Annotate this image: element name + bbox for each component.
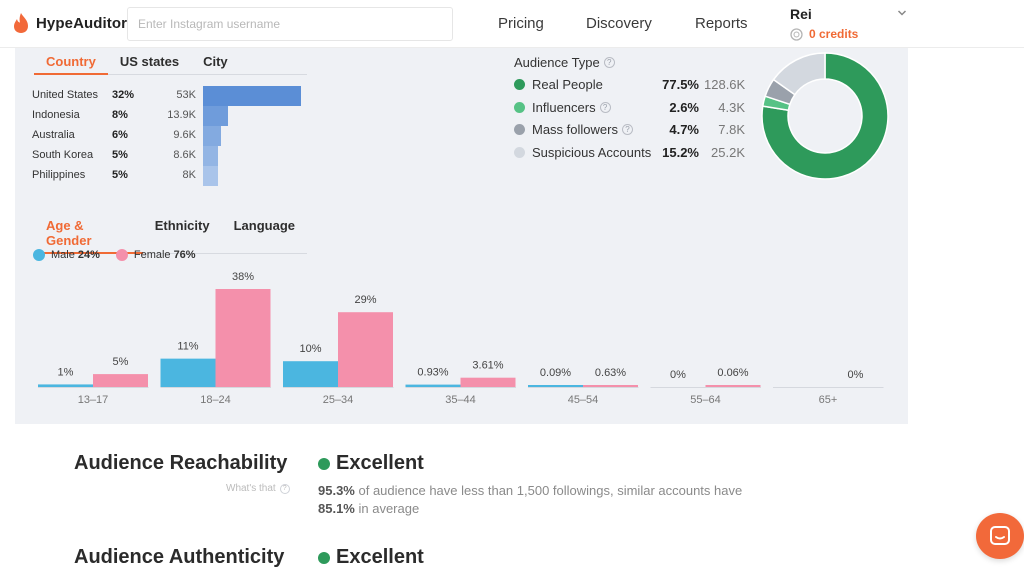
age-category-label: 35–44	[445, 394, 476, 406]
age-category-label: 13–17	[78, 394, 109, 406]
age-gender-chart: 1% 5% 13–17 11% 38% 18–24 10% 29% 25–34 0.93% 3.61…	[38, 271, 884, 406]
bar-female	[705, 385, 761, 387]
bar-male	[283, 361, 338, 387]
bar-female	[338, 312, 393, 387]
bar-male	[38, 384, 93, 387]
bar-female	[215, 289, 271, 387]
age-category-label: 65+	[819, 394, 838, 406]
rating-dot	[318, 551, 330, 564]
nav-pricing[interactable]: Pricing	[498, 15, 544, 32]
whats-that-link[interactable]: What's that ?	[226, 483, 290, 494]
coin-icon	[790, 27, 803, 41]
age-category-label: 55–64	[690, 394, 721, 406]
reachability-title: Audience Reachability	[74, 452, 288, 474]
rating-dot	[318, 457, 330, 470]
bar-value-label: 10%	[299, 343, 321, 355]
age-category-label: 18–24	[200, 394, 231, 406]
bar-value-label: 0%	[670, 369, 686, 381]
authenticity-title: Audience Authenticity	[74, 546, 285, 568]
bar-value-label: 0.93%	[417, 367, 448, 379]
bar-value-label: 1%	[58, 366, 74, 378]
bar-female	[583, 385, 638, 387]
search-input[interactable]	[127, 7, 453, 41]
flame-icon	[14, 13, 28, 33]
bar-value-label: 29%	[354, 294, 376, 306]
bar-value-label: 0.09%	[540, 367, 571, 379]
chevron-down-icon[interactable]	[897, 8, 907, 18]
reachability-rating: Excellent	[318, 452, 424, 475]
credits-indicator[interactable]: 0 credits	[790, 27, 858, 41]
bar-female	[460, 377, 516, 387]
bar-value-label: 0.06%	[717, 367, 748, 379]
brand-name: HypeAuditor	[36, 14, 128, 32]
bar-male	[528, 385, 583, 387]
credits-label: 0 credits	[809, 27, 859, 41]
brand-logo[interactable]: HypeAuditor	[12, 12, 127, 34]
bar-value-label: 0%	[848, 369, 864, 381]
bar-value-label: 3.61%	[472, 360, 503, 372]
chat-button[interactable]	[976, 513, 1024, 559]
nav-reports[interactable]: Reports	[695, 15, 748, 32]
bar-value-label: 11%	[177, 341, 198, 353]
bar-value-label: 0.63%	[595, 367, 626, 379]
reachability-description: 95.3% of audience have less than 1,500 f…	[318, 483, 743, 516]
bar-male	[405, 384, 461, 387]
bar-female	[93, 374, 148, 387]
authenticity-rating: Excellent	[318, 546, 424, 569]
chat-icon	[990, 526, 1010, 545]
nav-discovery[interactable]: Discovery	[586, 15, 652, 32]
bar-male	[160, 358, 216, 387]
bar-value-label: 5%	[113, 356, 129, 368]
bar-value-label: 38%	[232, 271, 254, 283]
age-category-label: 45–54	[568, 394, 599, 406]
user-name[interactable]: Rei	[790, 6, 812, 22]
age-category-label: 25–34	[323, 394, 354, 406]
top-header: HypeAuditor Pricing Discovery Reports Re…	[0, 0, 1024, 48]
audience-stats-panel: Country US states City United States 32% 5…	[15, 48, 908, 424]
help-icon: ?	[279, 483, 290, 494]
